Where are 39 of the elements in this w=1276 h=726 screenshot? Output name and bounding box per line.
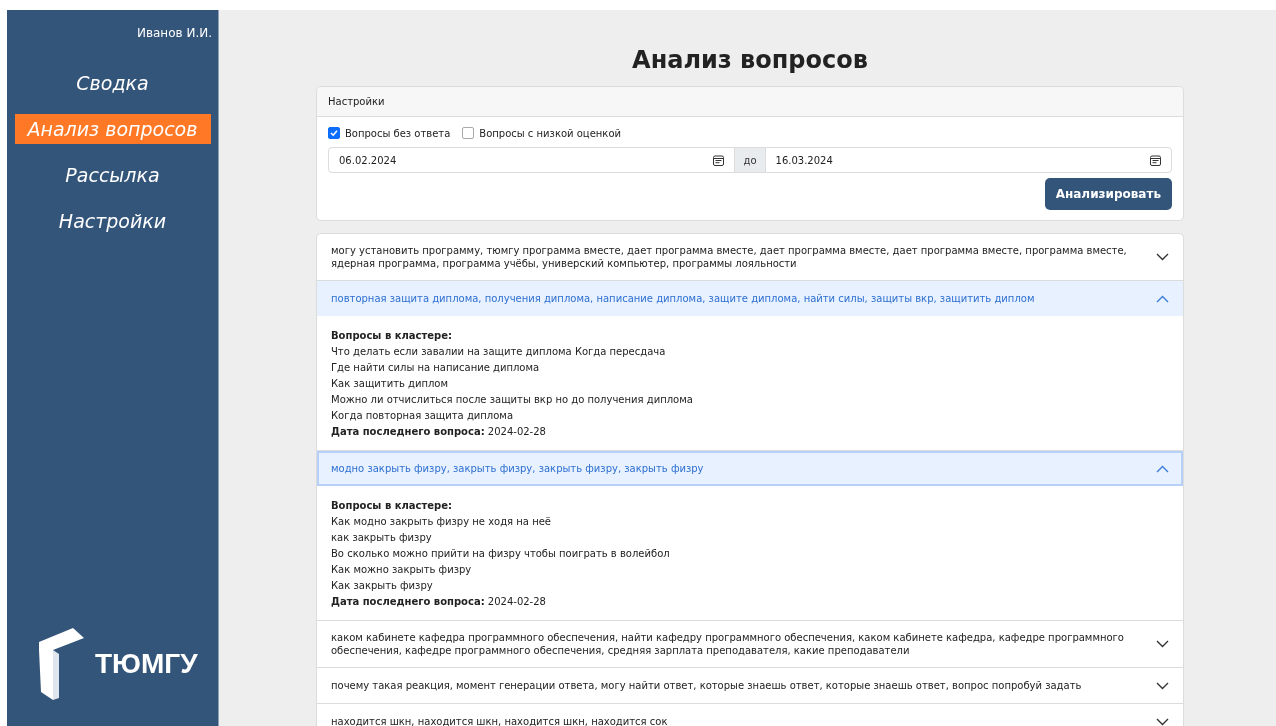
logo-icon — [39, 628, 85, 700]
user-name: Иванов И.И. — [135, 25, 213, 40]
analyze-button[interactable]: Анализировать — [1044, 178, 1172, 210]
question-text: Во сколько можно прийти на физру чтобы поиграть в волейбол — [331, 547, 671, 561]
question-text: Как можно закрыть физру — [331, 563, 473, 577]
nav-link[interactable]: Сводка — [14, 68, 211, 98]
page-title: Анализ вопросов — [631, 46, 869, 74]
last-question-date: Дата последнего вопроса: 2024-02-28 — [331, 595, 547, 609]
chevron-icon — [1156, 681, 1169, 690]
question-text: Когда повторная защита диплома — [331, 409, 515, 423]
checkbox[interactable] — [462, 127, 475, 139]
checkbox[interactable] — [328, 127, 340, 139]
questions-heading: Вопросы в кластере: — [331, 499, 453, 513]
chevron-icon — [1156, 464, 1169, 473]
question-text: Как модно закрыть физру не ходя на неё — [331, 515, 552, 529]
chevron-icon — [1156, 717, 1169, 726]
chevron-icon — [1156, 640, 1169, 648]
question-text: как закрыть физру — [331, 531, 433, 545]
checkbox-label: Вопросы с низкой оценкой — [479, 127, 621, 139]
chevron-icon — [1156, 253, 1169, 261]
question-text: Что делать если завалии на защите диплома Когда пересдача — [331, 345, 667, 359]
checkbox-label: Вопросы без ответа — [345, 127, 451, 139]
question-text: Можно ли отчислиться после защиты вкр но до получения диплома — [331, 393, 694, 407]
last-question-date: Дата последнего вопроса: 2024-02-28 — [331, 425, 547, 439]
cluster-header[interactable]: повторная защита диплома, получения диплома, написание диплома, защите диплома, найти силы, защиты вкр, защитить диплом — [317, 281, 1183, 316]
nav-link[interactable]: Настройки — [14, 206, 211, 236]
cluster-header[interactable]: находится шкн, находится шкн, находится шкн, находится сок — [317, 704, 1183, 726]
nav-link[interactable]: Рассылка — [14, 160, 211, 190]
cluster-header[interactable]: модно закрыть физру, закрыть физру, закрыть физру, закрыть физру — [317, 451, 1183, 486]
question-text: Как защитить диплом — [331, 377, 450, 391]
cluster-header[interactable]: почему такая реакция, момент генерации ответа, могу найти ответ, которые знаешь ответ, которые знаешь ответ, вопрос попробуй задать — [317, 668, 1183, 703]
question-text: Где найти силы на написание диплома — [331, 361, 541, 375]
cluster-header[interactable]: могу установить программу, тюмгу программа вместе, дает программа вместе, дает программа вместе, дает программа вместе, программа вместе, ядерная программа, программа учёбы, универский компьютер, программы лояльности — [317, 234, 1183, 280]
logo-text: ТЮМГУ — [95, 648, 198, 680]
card-header: Настройки — [317, 87, 1183, 117]
chevron-icon — [1156, 294, 1169, 303]
questions-heading: Вопросы в кластере: — [331, 329, 453, 343]
question-text: Как закрыть физру — [331, 579, 434, 593]
cluster-header[interactable]: каком кабинете кафедра программного обеспечения, найти кафедру программного обеспечения, каком кабинете кафедра, кафедре программного обеспечения, кафедре программного обеспечения, средняя зарплата преподавателя, какие преподаватели — [317, 621, 1183, 667]
